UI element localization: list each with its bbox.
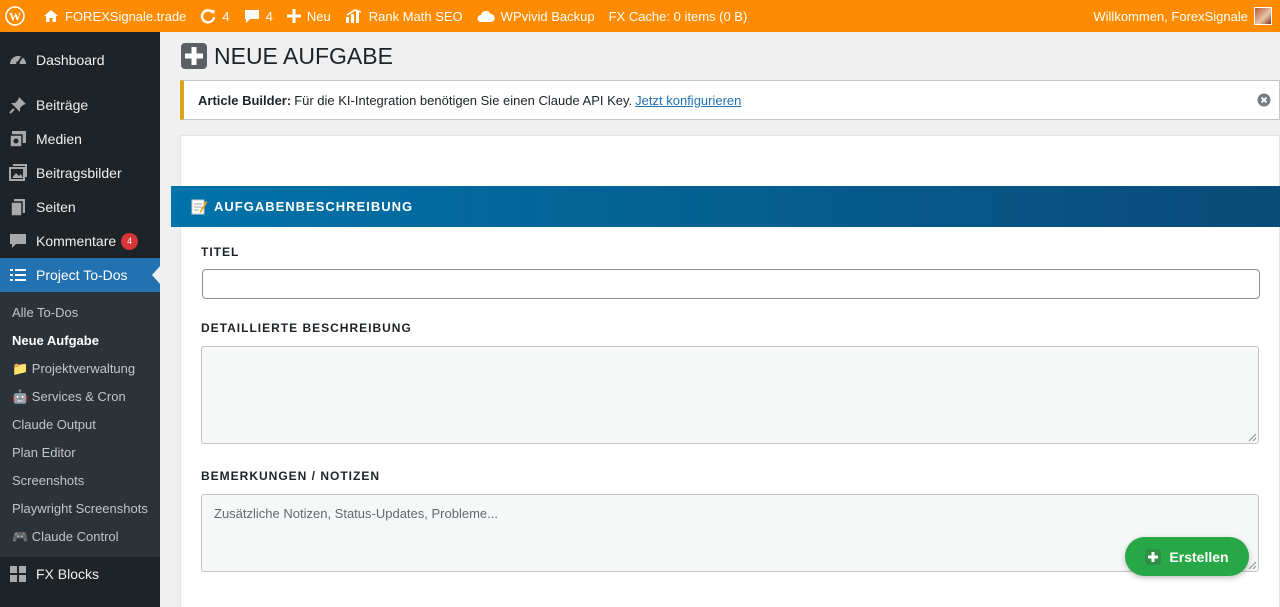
menu-item-comments[interactable]: Kommentare 4 <box>0 224 160 258</box>
fx-cache-link[interactable]: FX Cache: 0 items (0 B) <box>602 0 755 32</box>
media-icon <box>8 129 28 149</box>
menu-item-pages[interactable]: Seiten <box>0 190 160 224</box>
menu-label: Beiträge <box>36 97 89 113</box>
submenu-claude-output[interactable]: Claude Output <box>0 411 160 439</box>
resize-grip-icon[interactable] <box>1248 561 1257 570</box>
admin-bar: W FOREXSignale.trade 4 4 Neu Rank Math S… <box>0 0 1280 32</box>
notes-placeholder: Zusätzliche Notizen, Status-Updates, Pro… <box>214 506 498 521</box>
list-icon <box>8 265 28 285</box>
notice-text: Für die KI-Integration benötigen Sie ein… <box>294 92 633 108</box>
plus-icon <box>1145 548 1162 565</box>
svg-text:W: W <box>9 10 21 24</box>
pages-icon <box>8 197 28 217</box>
menu-item-posts[interactable]: Beiträge <box>0 88 160 122</box>
comments-link[interactable]: 4 <box>237 0 280 32</box>
home-icon <box>44 10 58 22</box>
dashboard-icon <box>8 50 28 70</box>
menu-item-media[interactable]: Medien <box>0 122 160 156</box>
greeting: Willkommen, ForexSignale <box>1093 8 1248 24</box>
submenu-plan-editor[interactable]: Plan Editor <box>0 439 160 467</box>
resize-grip-icon[interactable] <box>1248 433 1257 442</box>
rank-math-label: Rank Math SEO <box>368 8 463 24</box>
wpvivid-link[interactable]: WPvivid Backup <box>470 0 602 32</box>
dismiss-icon[interactable] <box>1257 93 1271 107</box>
submenu-all-todos[interactable]: Alle To-Dos <box>0 299 160 327</box>
page-title: NEUE AUFGABE <box>180 42 393 70</box>
site-name-link[interactable]: FOREXSignale.trade <box>36 0 193 32</box>
pin-icon <box>8 95 28 115</box>
submenu-new-task[interactable]: Neue Aufgabe <box>0 327 160 355</box>
wordpress-logo-icon[interactable]: W <box>0 0 36 32</box>
project-todos-submenu: Alle To-Dos Neue Aufgabe 📁 Projektverwal… <box>0 292 160 557</box>
avatar <box>1254 7 1272 25</box>
blocks-icon <box>8 564 28 584</box>
fx-cache-label: FX Cache: 0 items (0 B) <box>608 8 748 24</box>
notes-textarea[interactable]: Zusätzliche Notizen, Status-Updates, Pro… <box>201 494 1259 572</box>
page-title-text: NEUE AUFGABE <box>214 42 393 69</box>
comment-bubble-icon <box>244 10 259 23</box>
main-content: NEUE AUFGABE Article Builder: Für die KI… <box>160 32 1280 607</box>
images-icon <box>8 163 28 183</box>
configure-link[interactable]: Jetzt konfigurieren <box>635 93 741 108</box>
menu-label: Medien <box>36 131 82 147</box>
notes-label: BEMERKUNGEN / NOTIZEN <box>201 469 381 483</box>
submenu-playwright-screenshots[interactable]: Playwright Screenshots <box>0 495 160 523</box>
menu-label: Kommentare <box>36 233 117 249</box>
site-name: FOREXSignale.trade <box>65 8 187 24</box>
description-textarea[interactable] <box>201 346 1259 444</box>
menu-item-fx-blocks[interactable]: FX Blocks <box>0 557 160 591</box>
cloud-icon <box>477 10 495 22</box>
memo-icon <box>191 199 208 215</box>
menu-label: FX Blocks <box>36 566 100 582</box>
plus-icon <box>286 9 301 23</box>
comments-count: 4 <box>265 8 273 24</box>
wpvivid-label: WPvivid Backup <box>500 8 595 24</box>
new-content-link[interactable]: Neu <box>280 0 338 32</box>
plus-icon <box>181 43 207 69</box>
description-label: DETAILLIERTE BESCHREIBUNG <box>201 321 412 335</box>
create-button-label: Erstellen <box>1169 548 1229 565</box>
title-input[interactable] <box>202 269 1260 299</box>
comments-badge: 4 <box>121 232 139 250</box>
menu-label: Project To-Dos <box>36 267 128 283</box>
section-title: AUFGABENBESCHREIBUNG <box>214 199 414 214</box>
admin-sidebar: Dashboard Beiträge Medien Beitragsbilder… <box>0 32 160 607</box>
new-label: Neu <box>306 8 331 24</box>
menu-item-featured-images[interactable]: Beitragsbilder <box>0 156 160 190</box>
submenu-services-cron[interactable]: 🤖 Services & Cron <box>0 383 160 411</box>
my-account-link[interactable]: Willkommen, ForexSignale <box>1086 0 1280 32</box>
updates-count: 4 <box>222 8 230 24</box>
submenu-claude-control[interactable]: 🎮 Claude Control <box>0 523 160 551</box>
updates-link[interactable]: 4 <box>193 0 236 32</box>
create-button[interactable]: Erstellen <box>1125 537 1249 576</box>
rank-math-link[interactable]: Rank Math SEO <box>338 0 470 32</box>
section-header: AUFGABENBESCHREIBUNG <box>171 186 1280 227</box>
menu-item-dashboard[interactable]: Dashboard <box>0 43 160 77</box>
rank-math-icon <box>345 9 361 23</box>
article-builder-notice: Article Builder: Für die KI-Integration … <box>180 80 1280 120</box>
comments-icon <box>8 231 28 251</box>
notice-title: Article Builder: <box>198 92 292 108</box>
submenu-screenshots[interactable]: Screenshots <box>0 467 160 495</box>
menu-label: Seiten <box>36 199 76 215</box>
menu-label: Beitragsbilder <box>36 165 122 181</box>
title-label: TITEL <box>201 245 240 259</box>
menu-label: Dashboard <box>36 52 105 68</box>
updates-icon <box>201 9 216 24</box>
submenu-project-management[interactable]: 📁 Projektverwaltung <box>0 355 160 383</box>
menu-item-project-todos[interactable]: Project To-Dos <box>0 258 160 292</box>
